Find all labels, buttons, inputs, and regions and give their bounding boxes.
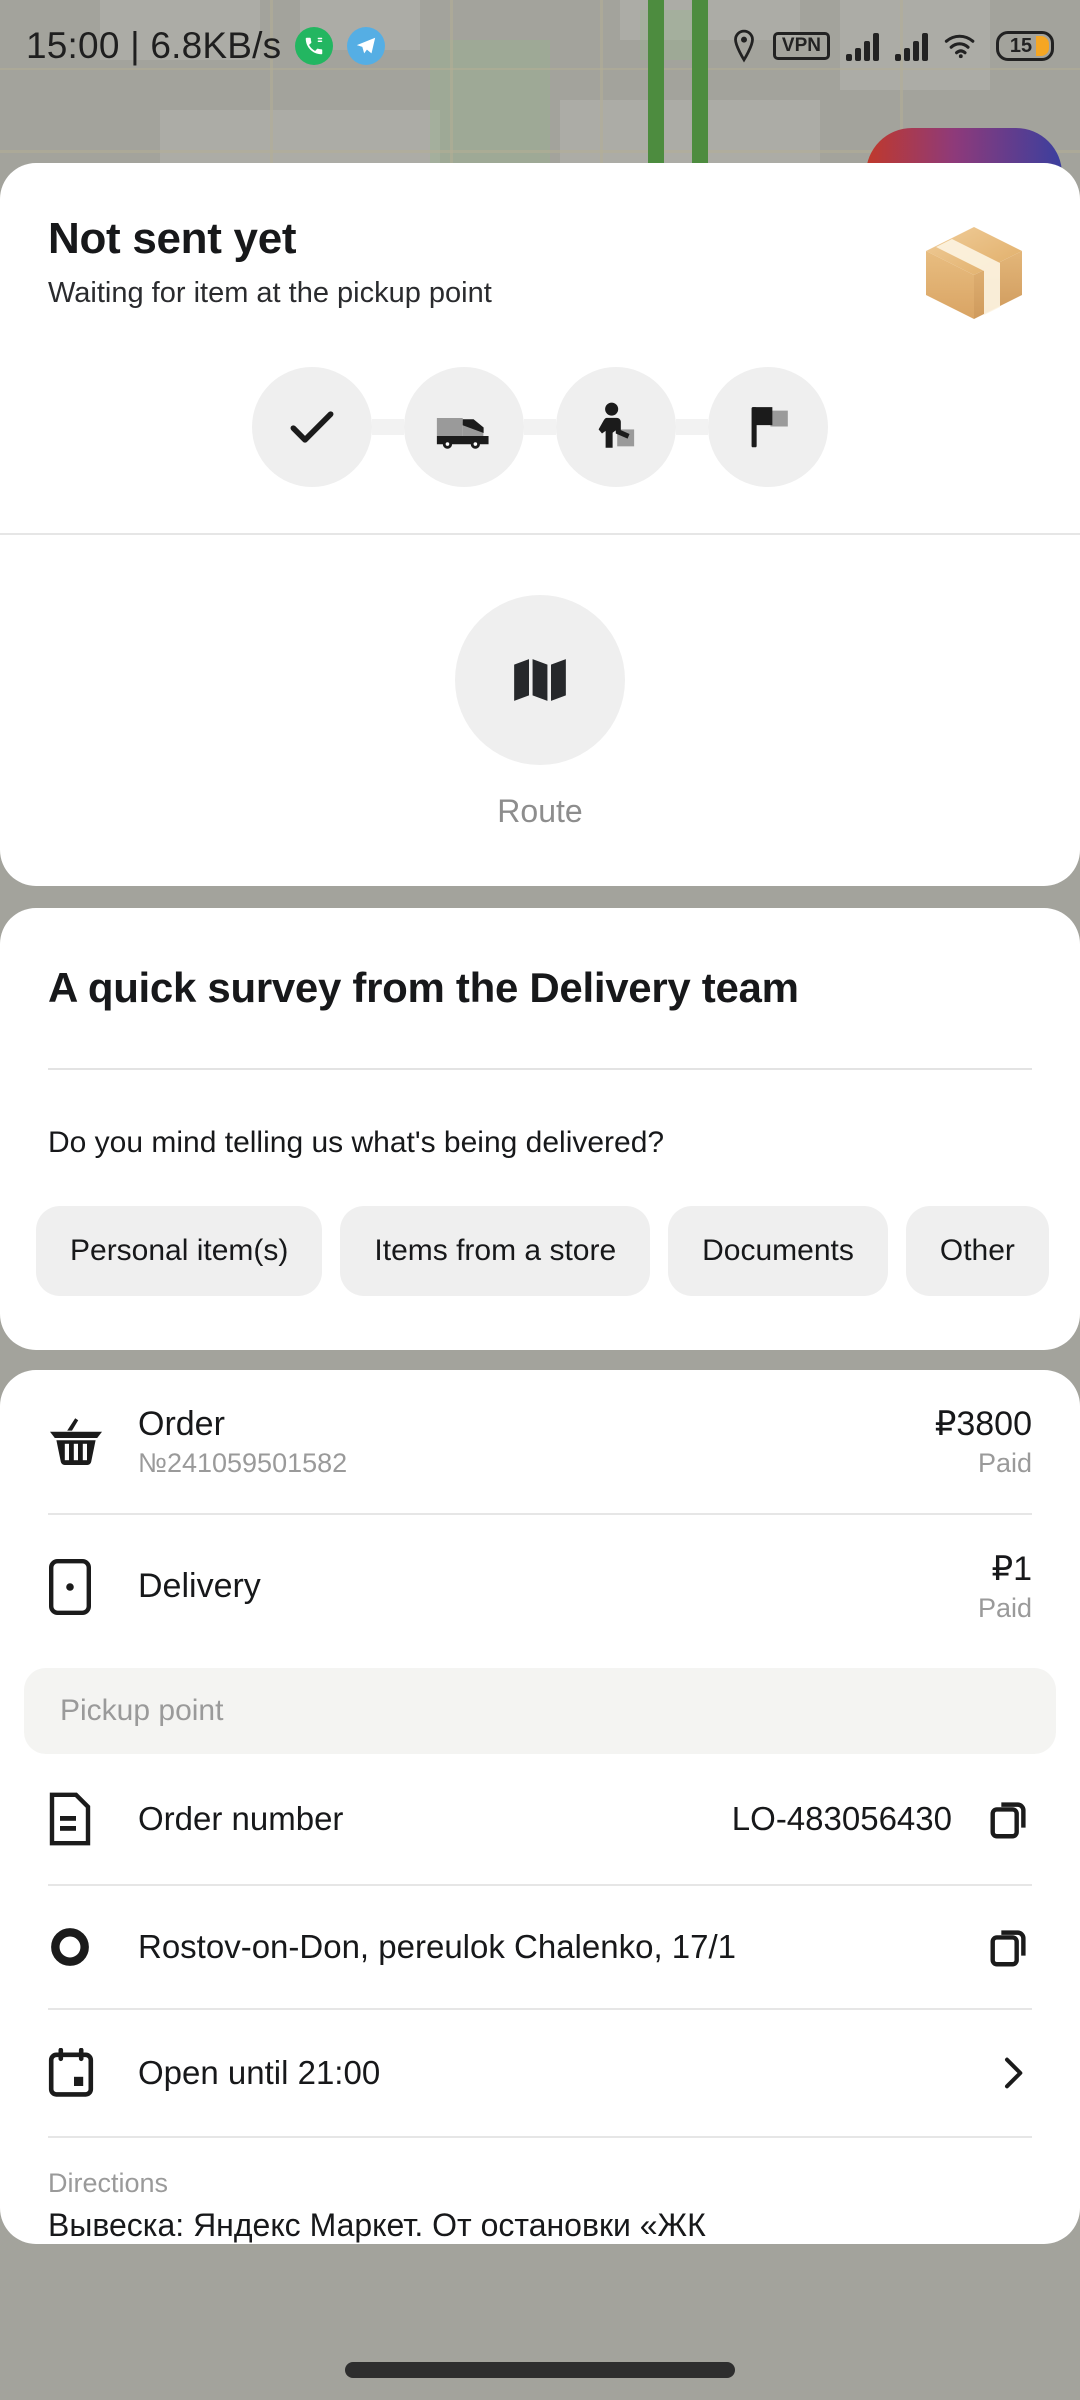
telegram-app-icon[interactable] <box>347 27 386 65</box>
step-pickup[interactable] <box>404 367 524 487</box>
status-bar-right: VPN 15 <box>731 29 1054 63</box>
signal-bars-icon <box>846 31 879 61</box>
copy-icon[interactable] <box>986 1796 1032 1842</box>
survey-title: A quick survey from the Delivery team <box>48 964 799 1011</box>
delivery-progress-steps <box>0 325 1080 533</box>
working-hours-row[interactable]: Open until 21:00 <box>0 2010 1080 2136</box>
map-icon <box>455 595 625 765</box>
battery-icon: 15 <box>996 31 1054 61</box>
delivery-row[interactable]: Delivery ₽1 Paid <box>0 1515 1080 1658</box>
route-button[interactable]: Route <box>0 535 1080 886</box>
copy-icon[interactable] <box>986 1924 1032 1970</box>
step-confirmed[interactable] <box>252 367 372 487</box>
vpn-icon: VPN <box>772 32 830 60</box>
wifi-icon <box>944 31 980 61</box>
signal-bars-icon <box>895 31 928 61</box>
order-number-label: Order number <box>138 1800 344 1837</box>
route-card: Route <box>0 533 1080 886</box>
directions-text: Вывеска: Яндекс Маркет. От остановки «ЖК <box>48 2207 706 2243</box>
order-number-row[interactable]: Order number LO-483056430 <box>0 1754 1080 1884</box>
survey-option-other[interactable]: Other <box>905 1206 1049 1296</box>
page-title: Not sent yet <box>48 214 297 263</box>
chevron-right-icon[interactable] <box>992 2053 1032 2093</box>
status-clock: 15:00 | 6.8KB/s <box>26 25 282 66</box>
route-label: Route <box>497 793 583 829</box>
package-box-icon <box>916 221 1032 325</box>
status-bar-left: 15:00 | 6.8KB/s <box>26 25 386 67</box>
survey-options[interactable]: Personal item(s) Items from a store Docu… <box>0 1160 1080 1350</box>
delivery-label: Delivery <box>138 1567 261 1605</box>
order-label: Order <box>138 1404 225 1443</box>
address-value: Rostov-on-Don, pereulok Chalenko, 17/1 <box>138 1928 737 1965</box>
status-card: Not sent yet Waiting for item at the pic… <box>0 163 1080 533</box>
page-subtitle: Waiting for item at the pickup point <box>48 277 492 310</box>
order-number-sub: №241059501582 <box>138 1447 348 1478</box>
step-connector <box>524 419 556 435</box>
delivery-amount: ₽1 <box>991 1550 1032 1588</box>
order-row[interactable]: Order №241059501582 ₽3800 Paid <box>0 1370 1080 1513</box>
phone-app-icon[interactable] <box>295 27 334 65</box>
survey-option-documents[interactable]: Documents <box>668 1206 888 1296</box>
step-connector <box>372 419 404 435</box>
order-bottom-sheet: Not sent yet Waiting for item at the pic… <box>0 163 1080 2400</box>
status-bar: 15:00 | 6.8KB/s VPN 15 <box>0 0 1080 92</box>
status-header: Not sent yet Waiting for item at the pic… <box>0 163 1080 325</box>
step-courier[interactable] <box>556 367 676 487</box>
circle-marker-icon <box>48 1925 110 1969</box>
step-connector <box>676 419 708 435</box>
delivery-payment-status: Paid <box>977 1593 1032 1623</box>
pickup-point-section-label: Pickup point <box>24 1668 1056 1754</box>
order-payment-status: Paid <box>977 1448 1032 1478</box>
parcel-icon <box>48 1558 110 1616</box>
order-amount: ₽3800 <box>934 1405 1032 1443</box>
working-hours-value: Open until 21:00 <box>138 2054 381 2091</box>
address-row[interactable]: Rostov-on-Don, pereulok Chalenko, 17/1 <box>0 1886 1080 2008</box>
survey-card: A quick survey from the Delivery team Do… <box>0 908 1080 1350</box>
app-screen: 15:00 | 6.8KB/s VPN 15 Not sent yet Wait… <box>0 0 1080 2400</box>
directions-label: Directions <box>48 2168 169 2198</box>
calendar-icon <box>48 2048 110 2098</box>
location-pin-icon <box>731 29 757 63</box>
survey-question: Do you mind telling us what's being deli… <box>48 1126 665 1159</box>
order-details-card: Order №241059501582 ₽3800 Paid Delivery … <box>0 1370 1080 2244</box>
battery-level: 15 <box>1009 34 1033 57</box>
order-number-value: LO-483056430 <box>731 1800 952 1837</box>
survey-option-store[interactable]: Items from a store <box>340 1206 651 1296</box>
survey-option-personal[interactable]: Personal item(s) <box>36 1206 323 1296</box>
document-icon <box>48 1792 110 1846</box>
basket-icon <box>48 1417 110 1467</box>
directions-block[interactable]: Directions Вывеска: Яндекс Маркет. От ос… <box>0 2138 1080 2244</box>
step-delivered[interactable] <box>708 367 828 487</box>
home-indicator[interactable] <box>345 2362 735 2378</box>
